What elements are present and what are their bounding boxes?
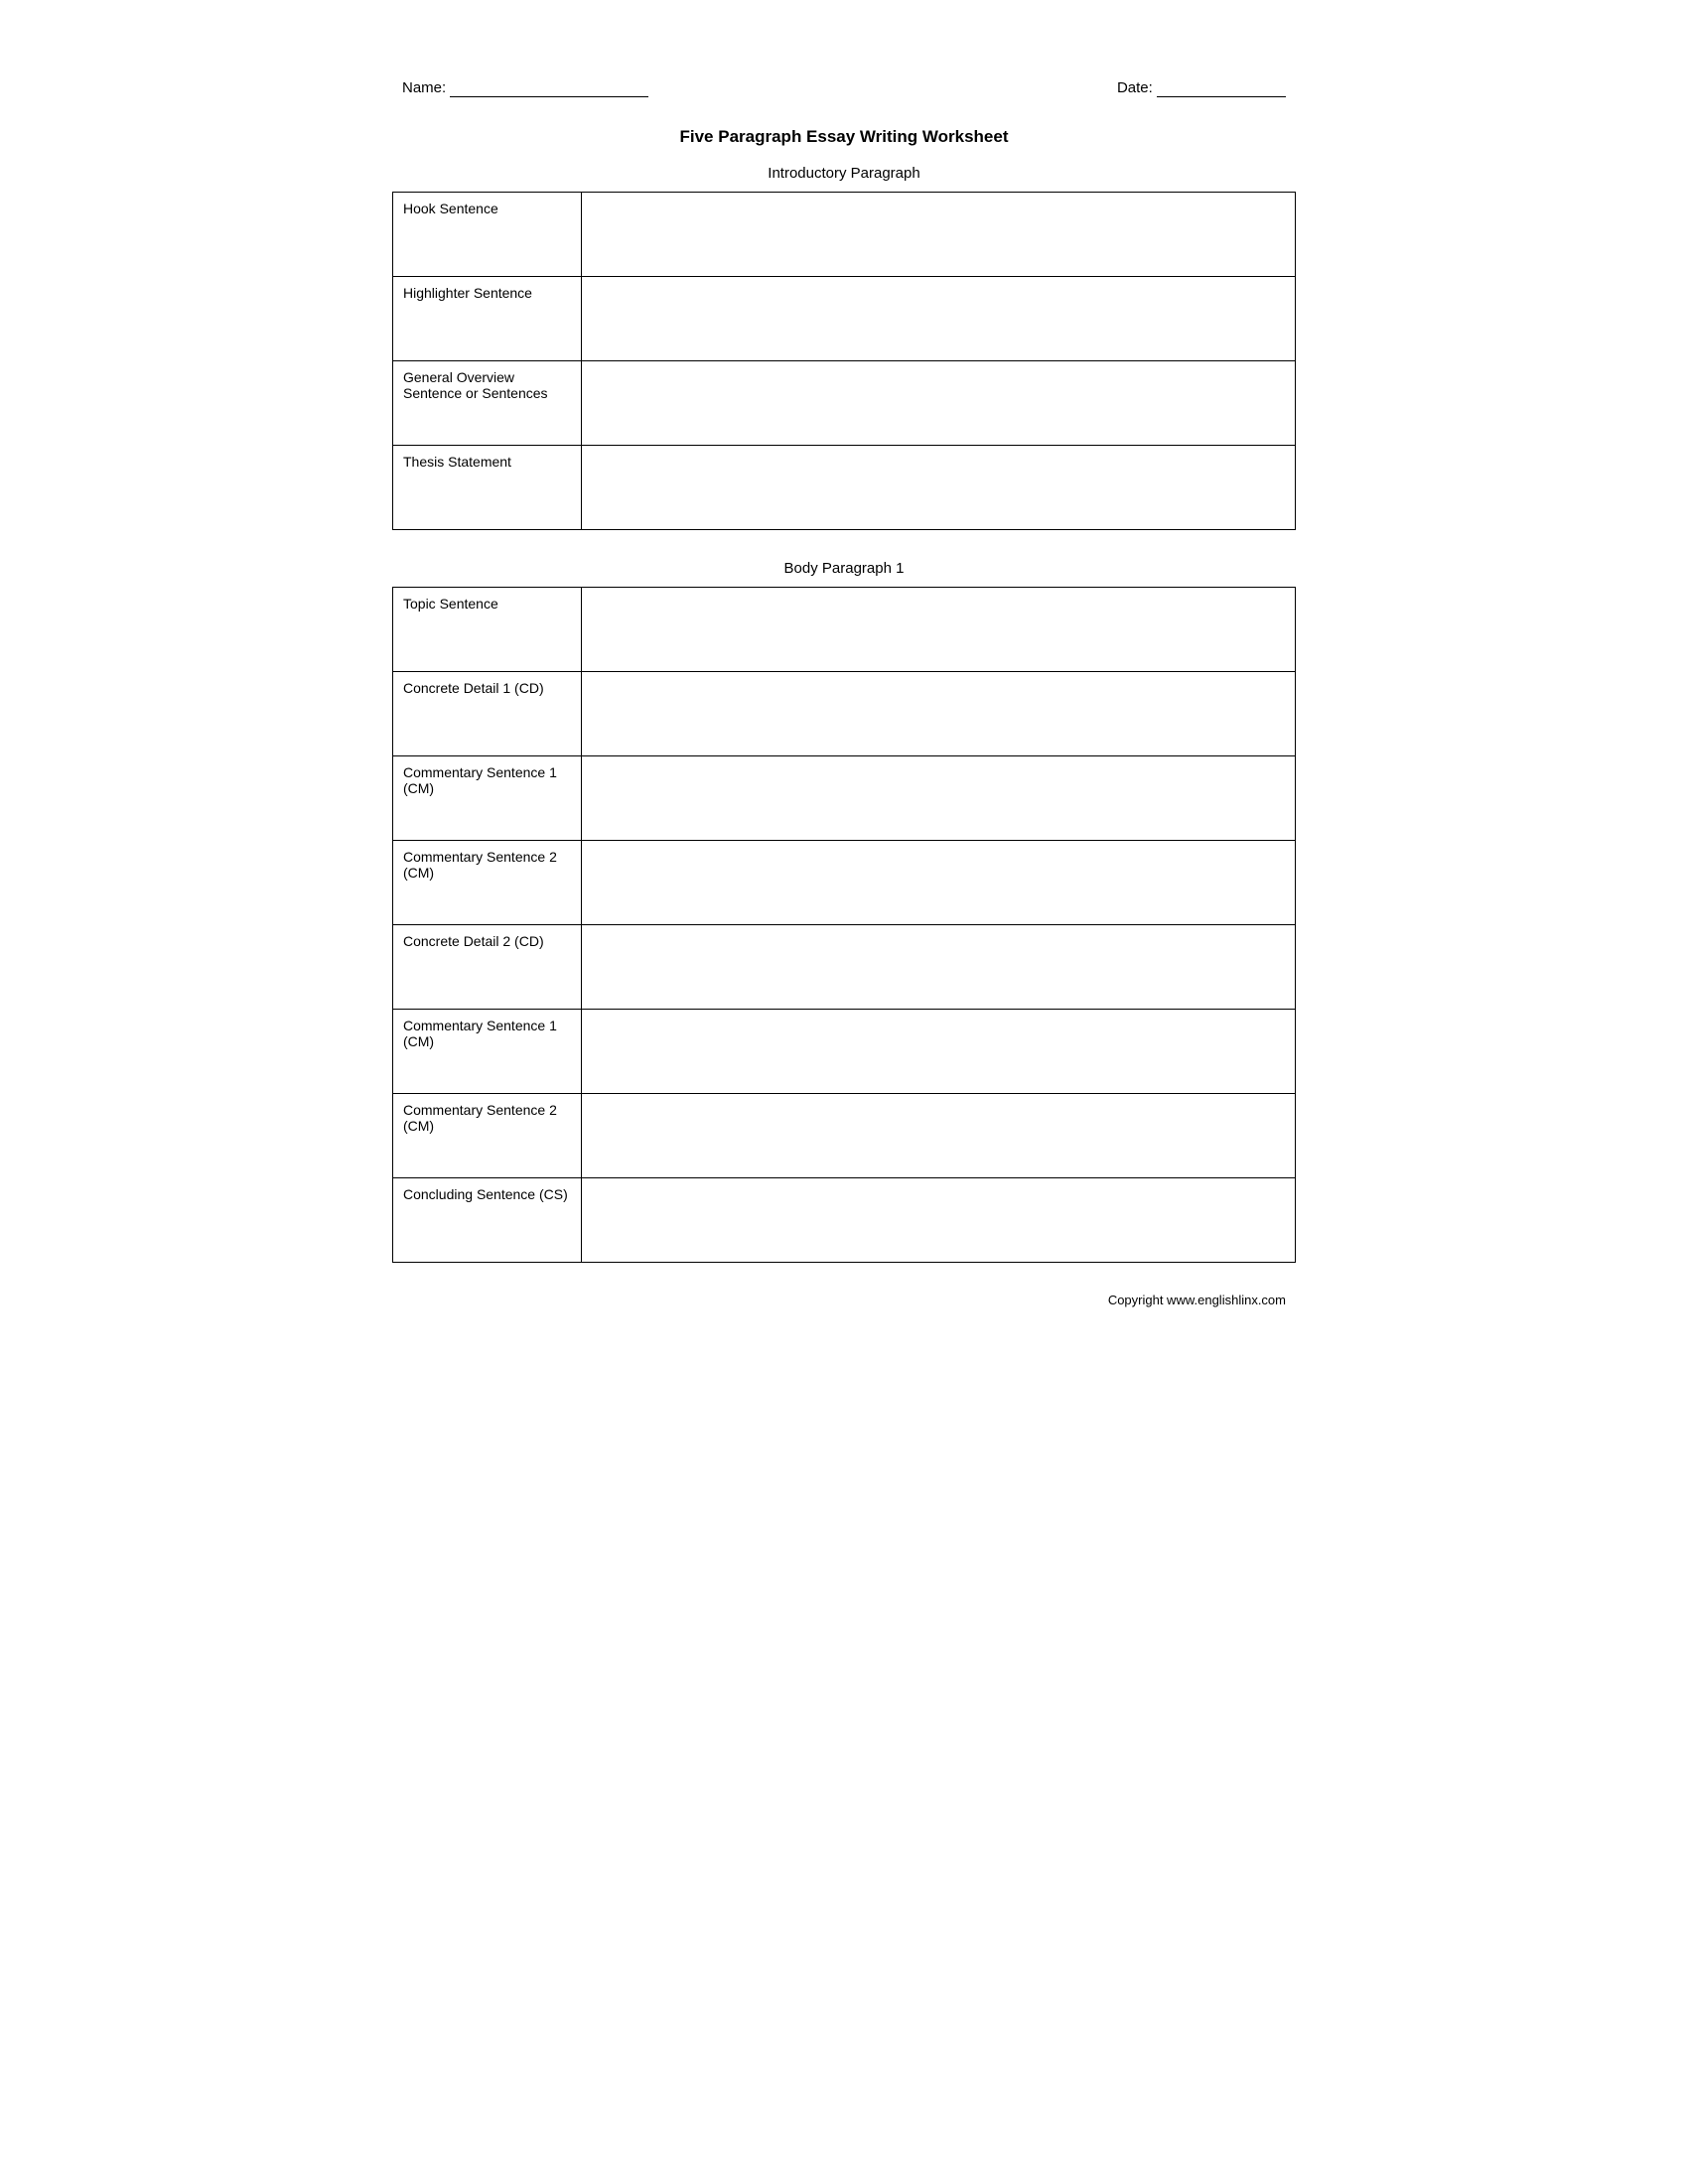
row-label: Concrete Detail 2 (CD) — [393, 925, 582, 1010]
row-content — [582, 193, 1296, 277]
row-label: Commentary Sentence 2 (CM) — [393, 1094, 582, 1178]
date-field: Date: — [1117, 79, 1286, 97]
row-content — [582, 446, 1296, 530]
date-label: Date: — [1117, 79, 1153, 96]
table-row: Commentary Sentence 2 (CM) — [393, 841, 1296, 925]
row-label: Hook Sentence — [393, 193, 582, 277]
row-content — [582, 756, 1296, 841]
body1-table: Topic SentenceConcrete Detail 1 (CD)Comm… — [392, 587, 1296, 1263]
row-label: Highlighter Sentence — [393, 277, 582, 361]
table-row: Commentary Sentence 2 (CM) — [393, 1094, 1296, 1178]
table-row: Topic Sentence — [393, 588, 1296, 672]
table-row: Concrete Detail 1 (CD) — [393, 672, 1296, 756]
row-content — [582, 588, 1296, 672]
row-label: Topic Sentence — [393, 588, 582, 672]
row-content — [582, 277, 1296, 361]
name-label: Name: — [402, 79, 446, 96]
row-content — [582, 841, 1296, 925]
row-content — [582, 925, 1296, 1010]
row-label: Commentary Sentence 1 (CM) — [393, 1010, 582, 1094]
row-label: Thesis Statement — [393, 446, 582, 530]
table-row: Hook Sentence — [393, 193, 1296, 277]
row-content — [582, 672, 1296, 756]
row-label: Concrete Detail 1 (CD) — [393, 672, 582, 756]
row-content — [582, 1010, 1296, 1094]
intro-heading: Introductory Paragraph — [392, 165, 1296, 182]
row-content — [582, 1178, 1296, 1263]
row-content — [582, 361, 1296, 446]
table-row: General Overview Sentence or Sentences — [393, 361, 1296, 446]
table-row: Concluding Sentence (CS) — [393, 1178, 1296, 1263]
row-label: General Overview Sentence or Sentences — [393, 361, 582, 446]
introductory-table: Hook SentenceHighlighter SentenceGeneral… — [392, 192, 1296, 530]
row-label: Commentary Sentence 2 (CM) — [393, 841, 582, 925]
date-underline — [1157, 79, 1286, 97]
row-label: Concluding Sentence (CS) — [393, 1178, 582, 1263]
name-underline — [450, 79, 648, 97]
copyright: Copyright www.englishlinx.com — [392, 1293, 1296, 1307]
table-row: Concrete Detail 2 (CD) — [393, 925, 1296, 1010]
worksheet-title: Five Paragraph Essay Writing Worksheet — [392, 127, 1296, 147]
name-field: Name: — [402, 79, 648, 97]
header-row: Name: Date: — [392, 79, 1296, 97]
row-label: Commentary Sentence 1 (CM) — [393, 756, 582, 841]
body1-heading: Body Paragraph 1 — [392, 560, 1296, 577]
table-row: Highlighter Sentence — [393, 277, 1296, 361]
table-row: Commentary Sentence 1 (CM) — [393, 756, 1296, 841]
table-row: Commentary Sentence 1 (CM) — [393, 1010, 1296, 1094]
table-row: Thesis Statement — [393, 446, 1296, 530]
row-content — [582, 1094, 1296, 1178]
